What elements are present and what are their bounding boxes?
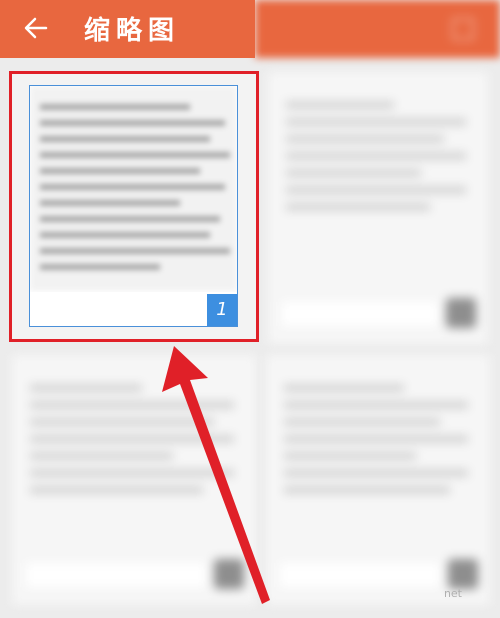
annotation-arrow (162, 346, 270, 604)
watermark: net (443, 587, 462, 600)
